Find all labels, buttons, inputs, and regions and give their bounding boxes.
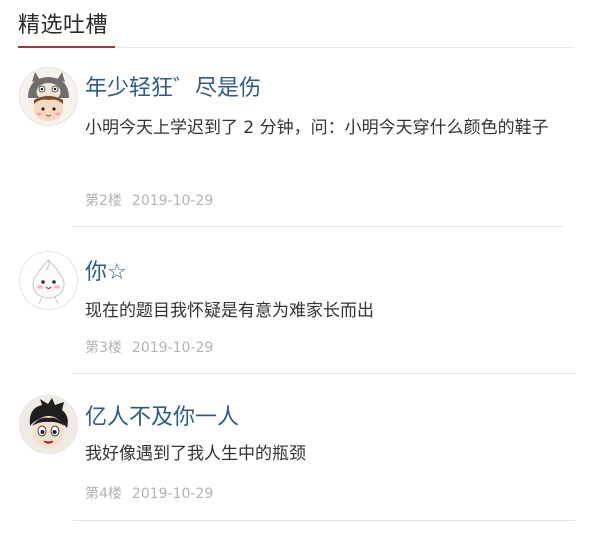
comment-nickname[interactable]: 年少轻狂゛尽是伤 (85, 75, 261, 103)
floor-number: 第4楼 (85, 486, 122, 502)
comment-text: 小明今天上学迟到了 2 分钟，问：小明今天穿什么颜色的鞋子 (85, 118, 549, 138)
comment-date: 2019-10-29 (131, 193, 214, 209)
comment-divider (73, 226, 563, 227)
white-bun-character-avatar-icon[interactable] (19, 251, 78, 310)
totoro-hat-girl-avatar-icon[interactable] (19, 67, 78, 126)
section-header: 精选吐槽 (0, 0, 600, 49)
comment-text: 我好像遇到了我人生中的瓶颈 (85, 444, 306, 464)
comment-divider (73, 520, 575, 521)
comment-meta: 第2楼 2019-10-29 (85, 192, 213, 210)
floor-number: 第2楼 (85, 193, 122, 209)
comment-nickname[interactable]: 你☆ (85, 259, 127, 287)
section-title: 精选吐槽 (18, 13, 109, 38)
comment-nickname[interactable]: 亿人不及你一人 (85, 404, 239, 432)
comment-meta: 第3楼 2019-10-29 (85, 339, 213, 357)
section-title-underline (18, 46, 115, 48)
comment-divider (73, 373, 575, 374)
astro-boy-avatar-icon[interactable] (19, 395, 78, 454)
comment-text: 现在的题目我怀疑是有意为难家长而出 (85, 301, 374, 321)
comment-date: 2019-10-29 (131, 486, 214, 502)
floor-number: 第3楼 (85, 340, 122, 356)
comment-meta: 第4楼 2019-10-29 (85, 485, 213, 503)
comment-date: 2019-10-29 (131, 340, 214, 356)
